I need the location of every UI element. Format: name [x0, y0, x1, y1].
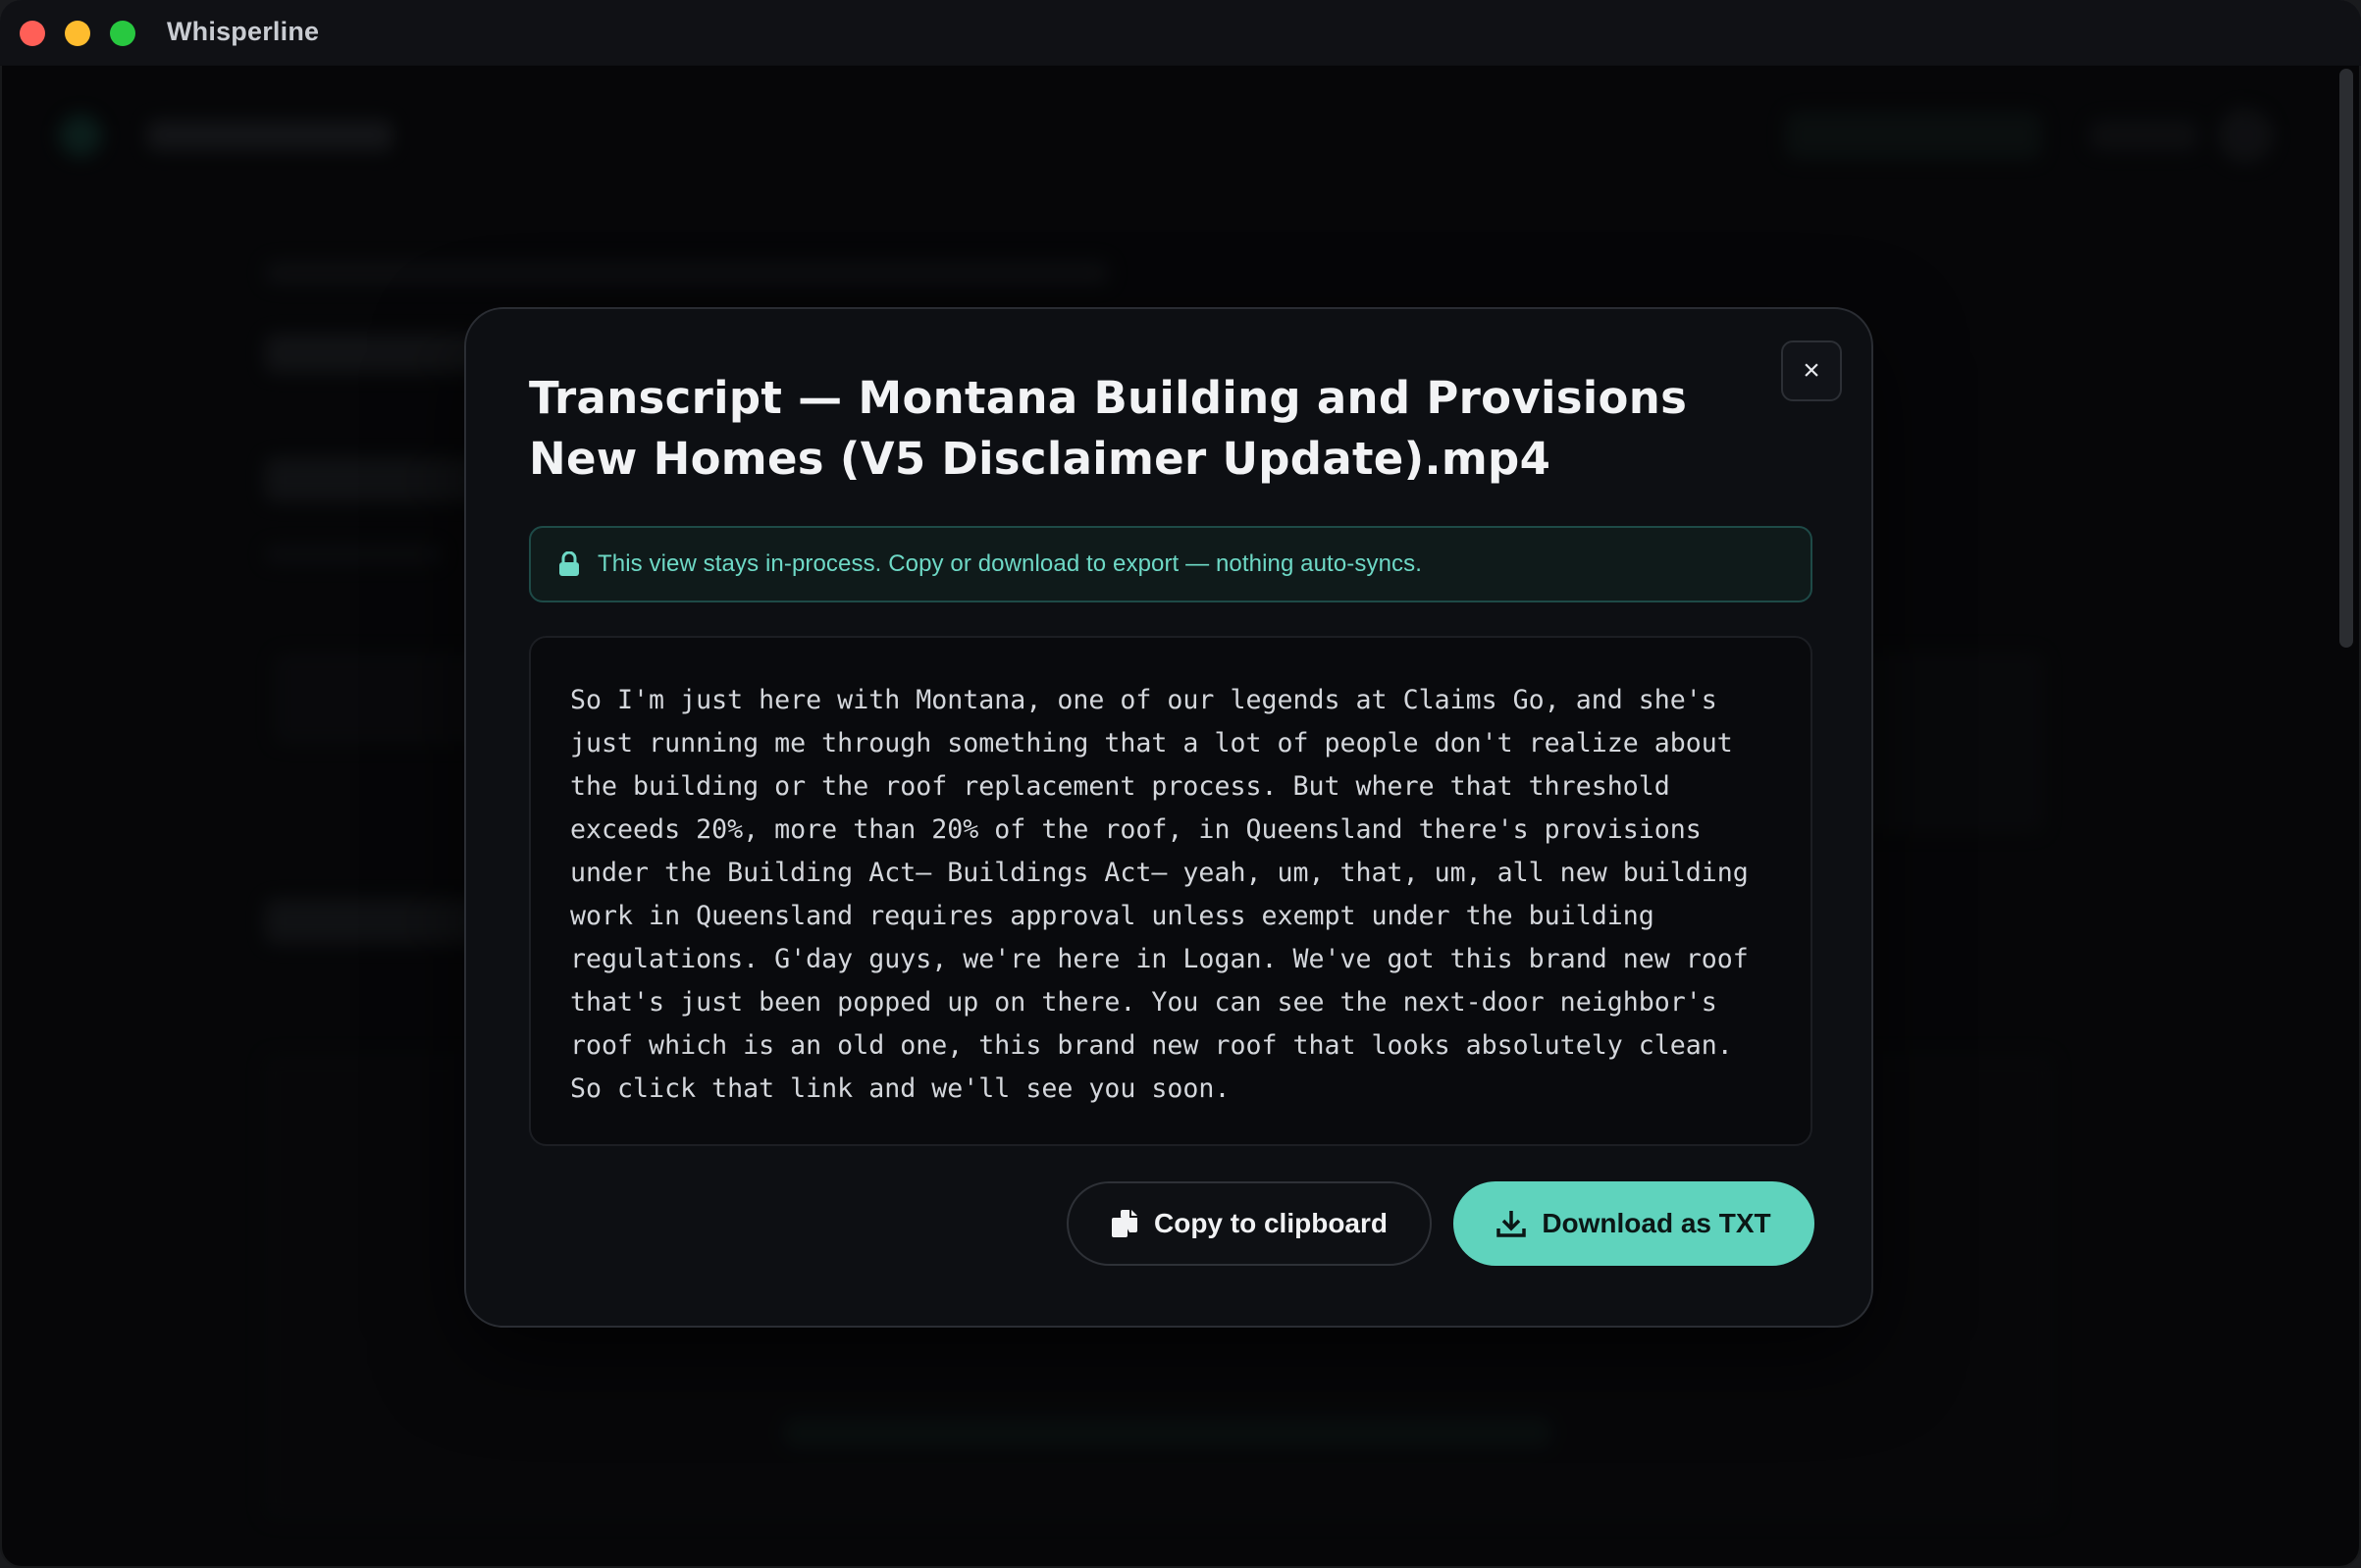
lock-icon — [559, 551, 579, 576]
transcript-text[interactable]: So I'm just here with Montana, one of ou… — [570, 679, 1771, 1111]
zoom-window-button[interactable] — [110, 21, 135, 46]
close-window-button[interactable] — [20, 21, 45, 46]
copy-icon — [1112, 1210, 1137, 1237]
transcript-modal: × Transcript — Montana Building and Prov… — [464, 307, 1873, 1328]
privacy-notice: This view stays in-process. Copy or down… — [529, 526, 1812, 602]
download-txt-button[interactable]: Download as TXT — [1453, 1181, 1814, 1266]
privacy-notice-text: This view stays in-process. Copy or down… — [598, 550, 1422, 577]
window-title: Whisperline — [167, 17, 320, 46]
copy-to-clipboard-button[interactable]: Copy to clipboard — [1067, 1181, 1432, 1266]
title-bar: Whisperline — [0, 0, 2361, 66]
modal-title: Transcript — Montana Building and Provis… — [529, 372, 1688, 485]
app-window: Whisperline × Transcript — Montana Build… — [0, 0, 2361, 1568]
copy-button-label: Copy to clipboard — [1154, 1208, 1388, 1238]
window-scrollbar[interactable] — [2339, 69, 2353, 648]
close-modal-button[interactable]: × — [1781, 340, 1842, 401]
close-icon: × — [1803, 354, 1820, 387]
download-button-label: Download as TXT — [1542, 1208, 1771, 1238]
transcript-box[interactable]: So I'm just here with Montana, one of ou… — [529, 636, 1812, 1146]
download-icon — [1496, 1211, 1527, 1237]
minimize-window-button[interactable] — [65, 21, 90, 46]
